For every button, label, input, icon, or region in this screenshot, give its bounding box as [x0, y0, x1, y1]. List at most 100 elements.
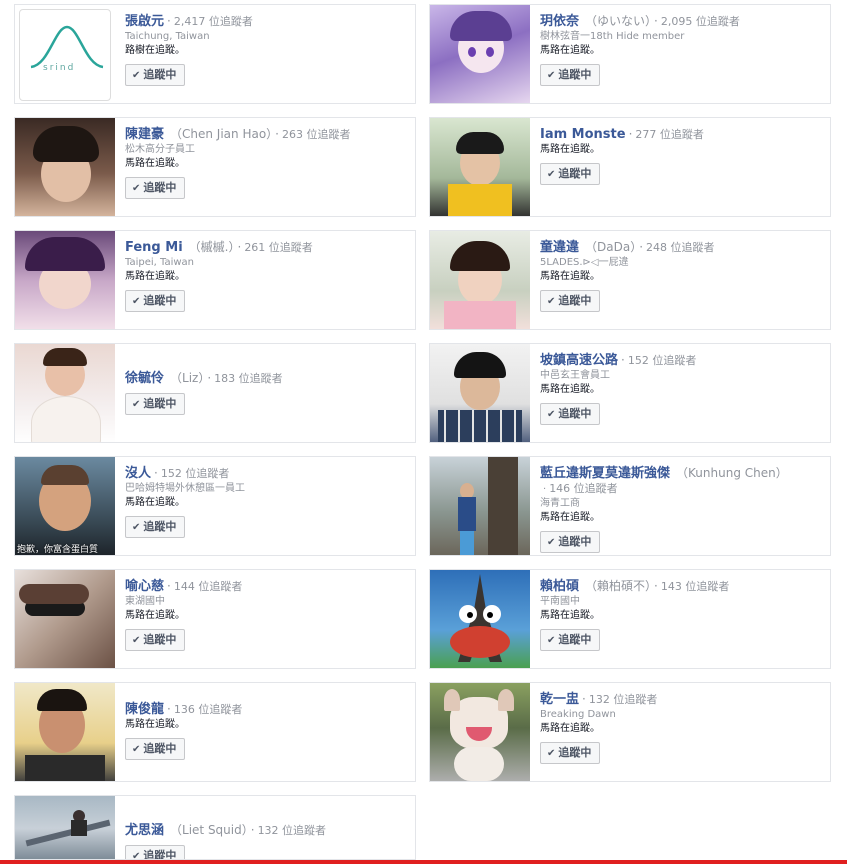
profile-alt-name: （DaDa）: [585, 240, 637, 254]
mutual-follow-text: 馬路在追蹤。: [125, 271, 185, 282]
avatar[interactable]: [15, 683, 115, 781]
mutual-follow-text: 馬路在追蹤。: [540, 384, 600, 395]
following-button[interactable]: ✔ 追蹤中: [125, 516, 186, 538]
avatar[interactable]: [430, 231, 530, 329]
following-button[interactable]: ✔ 追蹤中: [540, 290, 601, 312]
profile-subtitle: 巴哈姆特場外休憩區一員工: [125, 483, 245, 494]
checkmark-icon: ✔: [547, 748, 556, 759]
profile-name[interactable]: 玥依奈: [540, 14, 579, 29]
avatar[interactable]: [15, 231, 115, 329]
following-button[interactable]: ✔ 追蹤中: [540, 163, 601, 185]
profile-name[interactable]: 乾一盅: [540, 692, 579, 707]
profile-alt-name: （Kunhung Chen）: [676, 466, 788, 480]
avatar[interactable]: [430, 118, 530, 216]
following-button[interactable]: ✔ 追蹤中: [125, 290, 186, 312]
profile-name[interactable]: 徐毓伶: [125, 371, 164, 386]
profile-name[interactable]: 藍丘違斯夏莫違斯強傑: [540, 466, 670, 481]
avatar[interactable]: srind: [15, 5, 115, 103]
profile-card: Iam Monste · 277 位追蹤者 馬路在追蹤。 ✔ 追蹤中: [429, 117, 831, 217]
following-button[interactable]: ✔ 追蹤中: [540, 742, 601, 764]
follower-count: 277 位追蹤者: [635, 128, 704, 141]
avatar[interactable]: [15, 796, 115, 859]
profile-subtitle: Taichung, Taiwan: [125, 31, 210, 42]
profile-card: 尤思涵 （Liet Squid） · 132 位追蹤者 ✔ 追蹤中: [14, 795, 416, 860]
profile-card: 玥依奈 （ゆいない） · 2,095 位追蹤者 樹林弦音一18th Hide memb…: [429, 4, 831, 104]
profile-card: 藍丘違斯夏莫違斯強傑 （Kunhung Chen） · 146 位追蹤者 海青工商 …: [429, 456, 831, 556]
following-button[interactable]: ✔ 追蹤中: [540, 531, 601, 553]
following-grid: srind 張啟元 · 2,417 位追蹤者 Taichung, Taiwan 路樹…: [0, 0, 847, 864]
profile-name[interactable]: 陳建豪: [125, 127, 164, 142]
profile-card: srind 張啟元 · 2,417 位追蹤者 Taichung, Taiwan 路樹…: [14, 4, 416, 104]
checkmark-icon: ✔: [132, 744, 141, 755]
profile-card: 陳俊龍 · 136 位追蹤者 馬路在追蹤。 ✔ 追蹤中: [14, 682, 416, 782]
following-button[interactable]: ✔ 追蹤中: [540, 403, 601, 425]
avatar[interactable]: [15, 344, 115, 442]
following-button[interactable]: ✔ 追蹤中: [125, 738, 186, 760]
avatar-caption: 抱歉，你富含蛋白質: [17, 545, 99, 555]
mutual-follow-text: 馬路在追蹤。: [125, 610, 185, 621]
eiffel-tower-icon: [450, 574, 510, 662]
following-button[interactable]: ✔ 追蹤中: [125, 177, 186, 199]
profile-card: 陳建豪 （Chen Jian Hao） · 263 位追蹤者 松木高分子員工 馬路在追…: [14, 117, 416, 217]
mutual-follow-text: 馬路在追蹤。: [540, 512, 600, 523]
profile-name[interactable]: 童違違: [540, 240, 579, 255]
profile-card: 坡鎮高速公路 · 152 位追蹤者 中邑玄王會員工 馬路在追蹤。 ✔ 追蹤中: [429, 343, 831, 443]
follower-count: 132 位追蹤者: [588, 693, 658, 706]
checkmark-icon: ✔: [547, 537, 556, 548]
profile-name[interactable]: 尤思涵: [125, 823, 164, 838]
mutual-follow-text: 馬路在追蹤。: [540, 723, 600, 734]
profile-name[interactable]: 陳俊龍: [125, 702, 164, 717]
avatar[interactable]: [430, 344, 530, 442]
srind-logo-icon: [30, 25, 104, 69]
profile-subtitle: 松木高分子員工: [125, 144, 195, 155]
profile-name[interactable]: 張啟元: [125, 14, 164, 29]
profile-name[interactable]: 喻心慈: [125, 579, 164, 594]
mutual-follow-text: 馬路在追蹤。: [125, 497, 185, 508]
avatar[interactable]: 抱歉，你富含蛋白質: [15, 457, 115, 555]
checkmark-icon: ✔: [132, 635, 141, 646]
mutual-follow-text: 馬路在追蹤。: [540, 45, 600, 56]
following-button[interactable]: ✔ 追蹤中: [540, 629, 601, 651]
checkmark-icon: ✔: [132, 522, 141, 533]
avatar[interactable]: [15, 118, 115, 216]
following-button[interactable]: ✔ 追蹤中: [125, 64, 186, 86]
profile-subtitle: 5LADES.⊳◁一屁違: [540, 257, 629, 268]
follower-count: 152 位追蹤者: [627, 354, 697, 367]
logo-wordmark: srind: [43, 63, 76, 73]
follower-count: 261 位追蹤者: [244, 241, 313, 254]
profile-card: 乾一盅 · 132 位追蹤者 Breaking Dawn 馬路在追蹤。 ✔ 追蹤中: [429, 682, 831, 782]
profile-name[interactable]: Feng Mi: [125, 240, 183, 255]
profile-subtitle: 海青工商: [540, 498, 580, 509]
follower-count: 146 位追蹤者: [549, 482, 618, 495]
profile-subtitle: 平南國中: [540, 596, 580, 607]
follower-count: 248 位追蹤者: [646, 241, 715, 254]
avatar[interactable]: [430, 5, 530, 103]
profile-alt-name: （Chen Jian Hao）: [170, 127, 273, 141]
profile-alt-name: （Liet Squid）: [170, 823, 248, 837]
profile-name[interactable]: Iam Monste: [540, 127, 626, 142]
follower-count: 136 位追蹤者: [173, 703, 243, 716]
profile-name[interactable]: 坡鎮高速公路: [540, 353, 618, 368]
following-button[interactable]: ✔ 追蹤中: [125, 393, 186, 415]
avatar[interactable]: [430, 457, 530, 555]
follower-count: 183 位追蹤者: [214, 372, 283, 385]
follower-count: 143 位追蹤者: [660, 580, 730, 593]
follower-count: 132 位追蹤者: [257, 824, 327, 837]
avatar[interactable]: [15, 570, 115, 668]
profile-alt-name: （槭槭.）: [188, 240, 235, 254]
following-button[interactable]: ✔ 追蹤中: [125, 629, 186, 651]
checkmark-icon: ✔: [547, 635, 556, 646]
following-button[interactable]: ✔ 追蹤中: [125, 845, 186, 859]
avatar[interactable]: [430, 683, 530, 781]
mutual-follow-text: 馬路在追蹤。: [125, 719, 185, 730]
profile-name[interactable]: 沒人: [125, 466, 151, 481]
profile-subtitle: Breaking Dawn: [540, 709, 616, 720]
profile-name[interactable]: 賴柏碩: [540, 579, 579, 594]
mutual-follow-text: 馬路在追蹤。: [540, 610, 600, 621]
profile-alt-name: （Liz）: [170, 371, 205, 385]
checkmark-icon: ✔: [547, 296, 556, 307]
follower-count: 2,417 位追蹤者: [173, 15, 253, 28]
avatar[interactable]: [430, 570, 530, 668]
following-button[interactable]: ✔ 追蹤中: [540, 64, 601, 86]
profile-alt-name: （賴柏碩不）: [585, 579, 652, 593]
